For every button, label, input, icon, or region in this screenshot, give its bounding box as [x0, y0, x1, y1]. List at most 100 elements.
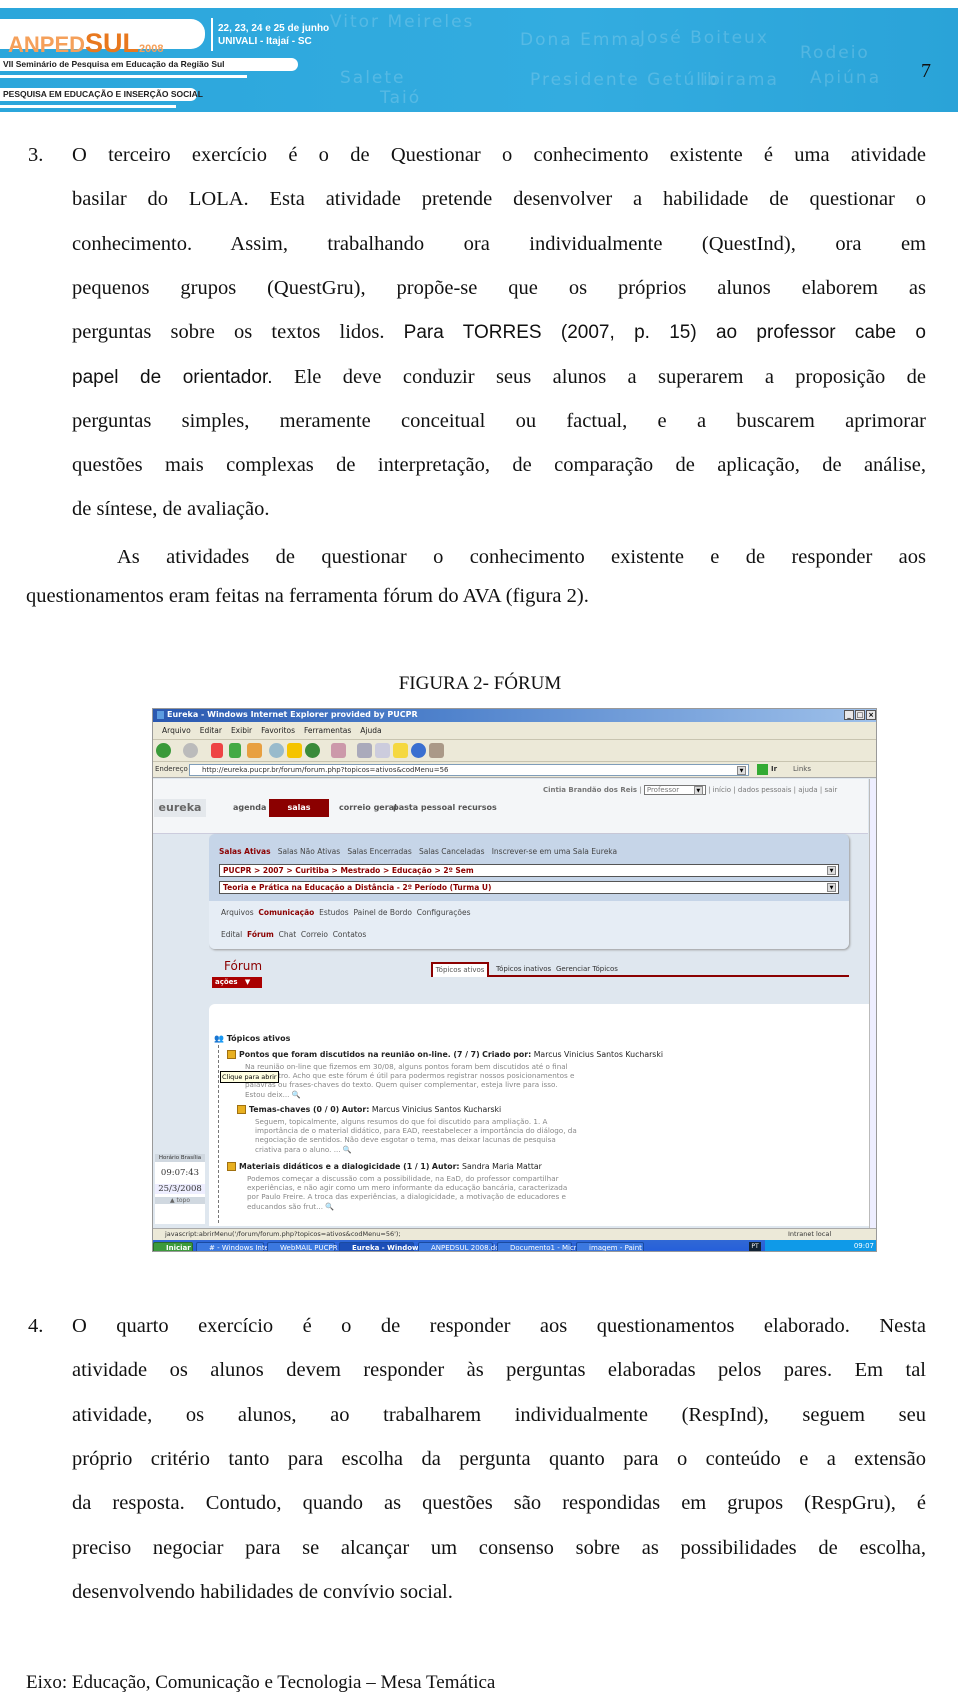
topic-by-label: Autor:: [341, 1105, 370, 1114]
url-input[interactable]: http://eureka.pucpr.br/forum/forum.php?t…: [189, 764, 749, 776]
back-icon[interactable]: [156, 743, 171, 758]
tab-salas-encerradas[interactable]: Salas Encerradas: [347, 847, 411, 856]
magnifier-icon[interactable]: 🔍: [343, 1145, 352, 1154]
link-sair[interactable]: sair: [824, 786, 837, 794]
mail-icon[interactable]: [331, 743, 346, 758]
maximize-button[interactable]: □: [855, 710, 865, 720]
section-configuracoes[interactable]: Configurações: [417, 908, 471, 917]
link-inicio[interactable]: início: [713, 786, 731, 794]
sub-chat[interactable]: Chat: [279, 930, 297, 939]
text-line: atividade, os alunos, ao trabalharem ind…: [72, 1403, 926, 1427]
text-line: perguntas sobre os textos lidos. Para TO…: [72, 320, 926, 344]
menu-ajuda[interactable]: Ajuda: [360, 726, 381, 735]
topic-description-line: importância de o material didático, para…: [255, 1126, 577, 1135]
sub-contatos[interactable]: Contatos: [333, 930, 367, 939]
text-line: basilar do LOLA. Esta atividade pretende…: [72, 187, 926, 211]
menu-favoritos[interactable]: Favoritos: [261, 726, 295, 735]
tab-topicos-ativos[interactable]: Tópicos ativos: [431, 962, 489, 977]
task-eureka[interactable]: Eureka - Windows...: [339, 1242, 431, 1251]
magnifier-icon[interactable]: 🔍: [292, 1090, 301, 1099]
topic-item[interactable]: Temas-chaves (0 / 0) Autor: Marcus Vinic…: [249, 1105, 501, 1114]
start-button[interactable]: Iniciar: [153, 1242, 193, 1251]
research-icon[interactable]: [429, 743, 444, 758]
task-documento1[interactable]: Documento1 - Micro...: [497, 1242, 587, 1251]
nav-recursos[interactable]: recursos: [458, 799, 497, 817]
tooltip: Clique para abrir: [220, 1071, 279, 1083]
role-select[interactable]: Professor ▼: [643, 785, 706, 795]
text-segment: O terceiro exercício é o de Questionar o…: [72, 144, 926, 166]
tab-inscrever[interactable]: Inscrever-se em uma Sala Eureka: [492, 847, 617, 856]
topic-title[interactable]: Pontos que foram discutidos na reunião o…: [239, 1050, 480, 1059]
task-webmail[interactable]: WebMAIL PUCPR - ...: [267, 1242, 351, 1251]
forward-icon[interactable]: [183, 743, 198, 758]
section-comunicacao[interactable]: Comunicação: [258, 908, 314, 917]
topic-item[interactable]: Pontos que foram discutidos na reunião o…: [239, 1050, 663, 1059]
nav-agenda[interactable]: agenda: [233, 799, 266, 817]
desc-text: importância de o material didático, para…: [255, 1126, 577, 1136]
actions-menu[interactable]: ações ▼: [212, 977, 262, 988]
messenger-icon[interactable]: [411, 743, 426, 758]
refresh-icon[interactable]: [229, 743, 241, 758]
nav-correio-geral[interactable]: correio geral: [339, 799, 397, 817]
section-painel-de-bordo[interactable]: Painel de Bordo: [353, 908, 412, 917]
folder-icon[interactable]: [227, 1050, 236, 1059]
magnifier-icon[interactable]: 🔍: [325, 1202, 334, 1211]
ie-icon: [156, 710, 165, 720]
text-segment: perguntas sobre os textos lidos.: [72, 321, 404, 344]
taskbar: Iniciar # - Windows Intern... WebMAIL PU…: [153, 1240, 876, 1251]
sub-correio[interactable]: Correio: [301, 930, 328, 939]
notes-icon[interactable]: [393, 743, 408, 758]
go-button[interactable]: Ir: [771, 765, 777, 773]
minimize-button[interactable]: _: [844, 710, 854, 720]
section-arquivos[interactable]: Arquivos: [221, 908, 254, 917]
folder-icon[interactable]: [227, 1162, 236, 1171]
nav-pasta-pessoal[interactable]: pasta pessoal: [393, 799, 455, 817]
course-select[interactable]: Teoria e Prática na Educação a Distância…: [219, 881, 839, 894]
tray-clock: 09:07: [765, 1240, 876, 1251]
nav-salas[interactable]: salas: [269, 799, 329, 817]
breadcrumb-select[interactable]: PUCPR > 2007 > Curitiba > Mestrado > Edu…: [219, 864, 839, 877]
menu-arquivo[interactable]: Arquivo: [162, 726, 191, 735]
scrollbar[interactable]: [869, 779, 876, 1229]
clock-date: 25/3/2008: [155, 1184, 205, 1194]
link-ajuda[interactable]: ajuda: [798, 786, 817, 794]
search-icon[interactable]: [269, 743, 284, 758]
topic-title[interactable]: Temas-chaves (0 / 0): [249, 1105, 339, 1114]
topic-title[interactable]: Materiais didáticos e a dialogicidade (1…: [239, 1162, 429, 1171]
tab-salas-ativas[interactable]: Salas Ativas: [219, 847, 271, 856]
conference-banner: Vitor Meireles Salete Taió Dona Emma Pre…: [0, 8, 958, 112]
text-line: questionamentos eram feitas na ferrament…: [26, 584, 589, 608]
home-icon[interactable]: [247, 743, 262, 758]
menu-exibir[interactable]: Exibir: [231, 726, 252, 735]
topic-author: Marcus Vinicius Santos Kucharski: [371, 1105, 502, 1114]
topic-item[interactable]: Materiais didáticos e a dialogicidade (1…: [239, 1162, 542, 1171]
language-indicator[interactable]: PT: [749, 1242, 761, 1251]
link-dados-pessoais[interactable]: dados pessoais: [738, 786, 792, 794]
tab-topicos-inativos[interactable]: Tópicos inativos: [496, 965, 551, 973]
tab-salas-canceladas[interactable]: Salas Canceladas: [419, 847, 485, 856]
go-icon[interactable]: [757, 764, 768, 775]
topic-description-line: experiências, e não agir como um mero in…: [247, 1183, 567, 1192]
task-windows-internet[interactable]: # - Windows Intern...: [196, 1242, 283, 1251]
links-button[interactable]: Links: [793, 765, 811, 773]
seminar-title: VII Seminário de Pesquisa em Educação da…: [3, 59, 225, 69]
close-button[interactable]: ×: [866, 710, 876, 720]
task-paint[interactable]: imagem - Paint: [576, 1242, 644, 1251]
edit-icon[interactable]: [375, 743, 390, 758]
section-estudos[interactable]: Estudos: [319, 908, 349, 917]
history-icon[interactable]: [305, 743, 320, 758]
menu-ferramentas[interactable]: Ferramentas: [304, 726, 351, 735]
stop-icon[interactable]: [211, 743, 223, 758]
page-footer: Eixo: Educação, Comunicação e Tecnologia…: [26, 1672, 496, 1693]
print-icon[interactable]: [357, 743, 372, 758]
tab-gerenciar-topicos[interactable]: Gerenciar Tópicos: [556, 965, 618, 973]
tab-salas-nao-ativas[interactable]: Salas Não Ativas: [278, 847, 340, 856]
favorites-icon[interactable]: [287, 743, 302, 758]
menu-editar[interactable]: Editar: [200, 726, 222, 735]
folder-icon[interactable]: [237, 1105, 246, 1114]
url-dropdown[interactable]: ▼: [737, 766, 746, 775]
sub-edital[interactable]: Edital: [221, 930, 242, 939]
task-anpedsul-doc[interactable]: ANPEDSUL 2008.do...: [418, 1242, 506, 1251]
top-link[interactable]: ▲ topo: [155, 1197, 205, 1204]
sub-forum[interactable]: Fórum: [247, 930, 274, 939]
